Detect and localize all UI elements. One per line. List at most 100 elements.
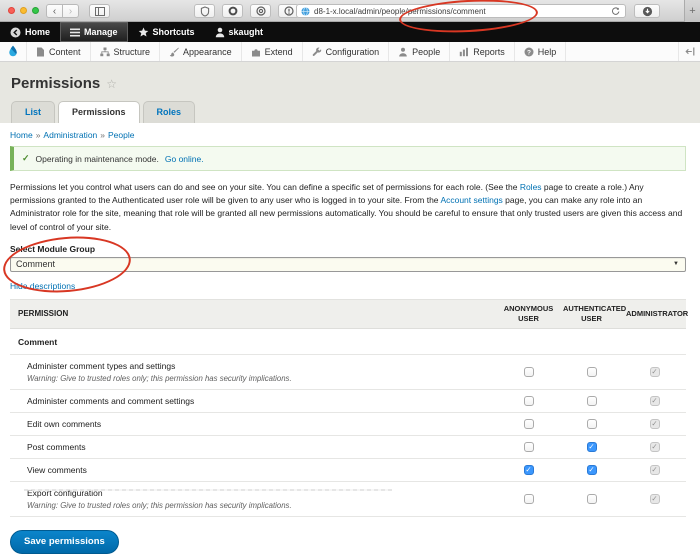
forward-button[interactable]: › (62, 4, 79, 18)
go-online-link[interactable]: Go online. (165, 154, 204, 164)
roles-link[interactable]: Roles (520, 182, 542, 192)
table-row: Administer comments and comment settings… (10, 390, 686, 413)
menubar-item-reports[interactable]: Reports (450, 42, 515, 61)
breadcrumb-people-link[interactable]: People (108, 130, 134, 140)
breadcrumb-administration-link[interactable]: Administration (43, 130, 97, 140)
administrator-cell: ✓ (623, 464, 686, 475)
back-button[interactable]: ‹ (46, 4, 63, 18)
menubar-item-structure[interactable]: Structure (91, 42, 161, 61)
page-title: Permissions (11, 75, 101, 92)
anonymous-user-cell (497, 441, 560, 452)
menubar-item-people[interactable]: People (389, 42, 451, 61)
account-settings-link[interactable]: Account settings (440, 195, 502, 205)
table-row: Administer comment types and settings Wa… (10, 355, 686, 390)
puzzle-icon (251, 48, 260, 56)
anonymous-user-checkbox[interactable] (523, 493, 534, 504)
save-permissions-button[interactable]: Save permissions (10, 529, 119, 554)
dock-left-icon (684, 47, 694, 56)
administrator-checkbox: ✓ (649, 493, 660, 504)
column-header-authenticated-user: AUTHENTICATED USER (563, 303, 627, 323)
downloads-button[interactable] (634, 4, 660, 18)
administrator-checkbox: ✓ (649, 464, 660, 475)
authenticated-user-checkbox[interactable]: ✓ (586, 464, 597, 475)
file-icon (37, 47, 44, 56)
sidebar-toggle-button[interactable] (89, 4, 110, 18)
toolbar-item-label: Shortcuts (152, 27, 195, 37)
tab-roles[interactable]: Roles (142, 101, 196, 123)
menubar-item-extend[interactable]: Extend (242, 42, 303, 61)
bar-chart-icon (460, 47, 469, 56)
authenticated-user-checkbox[interactable] (586, 418, 597, 429)
paintbrush-icon (169, 47, 179, 56)
module-group-form: Select Module Group Comment ▼ (0, 231, 686, 298)
tab-permissions[interactable]: Permissions (58, 101, 140, 123)
column-header-permission: PERMISSION (18, 309, 69, 319)
hide-descriptions-link[interactable]: Hide descriptions (10, 281, 75, 291)
module-group-select[interactable]: Comment ▼ (10, 256, 686, 272)
administrator-checkbox: ✓ (649, 395, 660, 406)
permissions-table: PERMISSION ANONYMOUS USER AUTHENTICATED … (10, 298, 688, 517)
column-header-anonymous-user: ANONYMOUS USER (503, 303, 554, 323)
faint-footer-artifact (24, 489, 392, 491)
anonymous-user-checkbox[interactable] (523, 441, 534, 452)
toolbar-item-home[interactable]: Home (0, 22, 60, 42)
drupal-logo[interactable] (0, 42, 27, 61)
tab-list[interactable]: List (11, 101, 56, 123)
close-window-button[interactable] (8, 7, 15, 14)
anonymous-user-checkbox[interactable] (523, 395, 534, 406)
check-icon: ✓ (22, 153, 30, 163)
menubar-item-configuration[interactable]: Configuration (303, 42, 390, 61)
administrator-checkbox: ✓ (649, 418, 660, 429)
anonymous-user-checkbox[interactable] (523, 366, 534, 377)
back-to-site-icon (10, 27, 21, 37)
address-bar[interactable]: d8-1-x.local/admin/people/permissions/co… (296, 4, 626, 18)
shield-icon (200, 5, 209, 17)
menubar-item-label: People (412, 46, 441, 57)
permission-warning: Warning: Give to trusted roles only; thi… (27, 373, 292, 383)
browser-chrome: ‹ › d8-1-x.local/admin/people/permission… (0, 0, 700, 36)
authenticated-user-checkbox[interactable] (586, 395, 597, 406)
authenticated-user-cell (560, 366, 623, 377)
menubar-item-label: Extend (264, 46, 293, 57)
authenticated-user-checkbox[interactable]: ✓ (586, 441, 597, 452)
menubar-item-label: Configuration (325, 46, 380, 57)
toolbar-orientation-toggle[interactable] (678, 42, 700, 61)
table-row: Post comments ✓ ✓ (10, 436, 686, 459)
reload-icon[interactable] (611, 6, 620, 16)
menubar-item-help[interactable]: ? Help (515, 42, 567, 61)
toolbar-item-user[interactable]: skaught (205, 22, 274, 42)
ring-extension-button[interactable] (222, 4, 243, 18)
toolbar-item-manage[interactable]: Manage (60, 22, 128, 42)
menubar-item-label: Structure (113, 46, 151, 57)
menubar-item-appearance[interactable]: Appearance (160, 42, 242, 61)
svg-text:?: ? (527, 49, 531, 56)
wrench-icon (312, 47, 321, 56)
authenticated-user-checkbox[interactable] (586, 366, 597, 377)
minimize-window-button[interactable] (20, 7, 27, 14)
shield-extension-button[interactable] (194, 4, 215, 18)
page-header: Permissions ☆ List Permissions Roles (0, 62, 700, 123)
at-badge-icon (255, 6, 266, 16)
authenticated-user-checkbox[interactable] (586, 493, 597, 504)
toolbar-item-shortcuts[interactable]: Shortcuts (128, 22, 205, 42)
info-badge-icon (283, 6, 294, 16)
breadcrumb-home-link[interactable]: Home (10, 130, 33, 140)
administrator-cell: ✓ (623, 418, 686, 429)
chevron-down-icon: ▼ (673, 261, 679, 268)
at-badge-extension-button[interactable] (250, 4, 271, 18)
url-text: d8-1-x.local/admin/people/permissions/co… (314, 6, 486, 16)
authenticated-user-cell (560, 395, 623, 406)
new-tab-button[interactable]: + (689, 5, 695, 17)
permission-label: Administer comment types and settings (27, 360, 176, 371)
drupal-drop-icon (9, 45, 17, 57)
module-group-label: Select Module Group (10, 243, 96, 254)
authenticated-user-cell (560, 493, 623, 504)
menubar-item-content[interactable]: Content (27, 42, 91, 61)
anonymous-user-checkbox[interactable] (523, 418, 534, 429)
zoom-window-button[interactable] (32, 7, 39, 14)
favorite-star-icon[interactable]: ☆ (106, 77, 117, 91)
anonymous-user-cell (497, 493, 560, 504)
anonymous-user-cell (497, 418, 560, 429)
permission-label: Edit own comments (27, 418, 102, 429)
anonymous-user-checkbox[interactable]: ✓ (523, 464, 534, 475)
